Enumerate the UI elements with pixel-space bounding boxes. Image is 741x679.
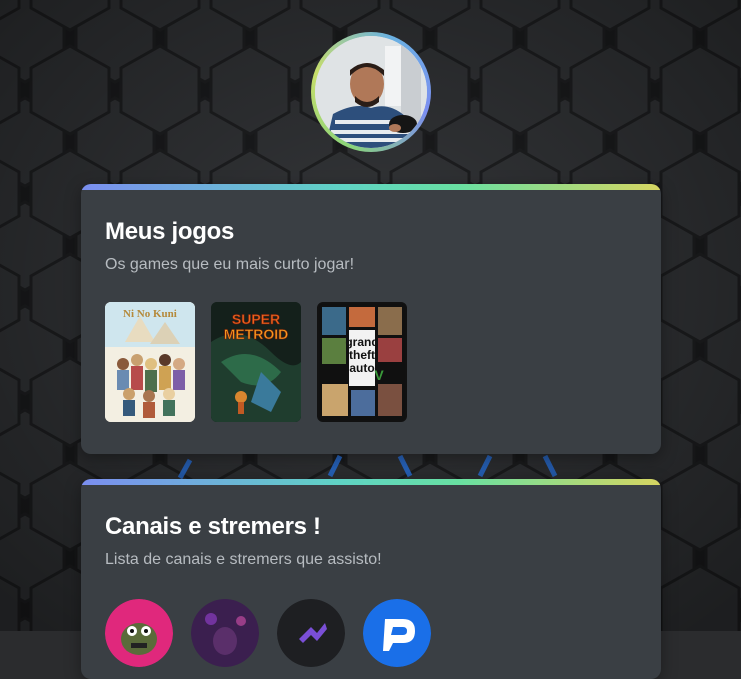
card-gradient-bar bbox=[81, 184, 661, 190]
games-title: Meus jogos bbox=[105, 218, 235, 245]
channel-avatar-3[interactable] bbox=[277, 599, 345, 667]
game-cover-gta-v[interactable]: grand theft auto V bbox=[317, 302, 407, 422]
channel-avatar-4[interactable] bbox=[363, 599, 431, 667]
profile-avatar bbox=[311, 32, 431, 152]
games-card: Meus jogos Os games que eu mais curto jo… bbox=[81, 184, 661, 454]
games-list: Ni No Kuni SUPER METROID grand theft aut… bbox=[105, 302, 407, 422]
gta-logo-v: V bbox=[374, 367, 384, 383]
channel-avatar-2[interactable] bbox=[191, 599, 259, 667]
gta-logo-line2: theft bbox=[349, 348, 375, 362]
channel-avatar-1[interactable] bbox=[105, 599, 173, 667]
game-cover-super-metroid[interactable]: SUPER METROID bbox=[211, 302, 301, 422]
channels-card: Canais e stremers ! Lista de canais e st… bbox=[81, 479, 661, 679]
svg-text:Ni No Kuni: Ni No Kuni bbox=[123, 308, 177, 320]
channels-subtitle: Lista de canais e stremers que assisto! bbox=[105, 551, 382, 568]
gta-logo-line1: grand bbox=[345, 335, 378, 349]
channels-title: Canais e stremers ! bbox=[105, 513, 321, 540]
games-subtitle: Os games que eu mais curto jogar! bbox=[105, 256, 355, 273]
super-metroid-logo-line2: METROID bbox=[224, 326, 289, 342]
profile-photo bbox=[315, 36, 427, 148]
game-cover-ni-no-kuni[interactable]: Ni No Kuni bbox=[105, 302, 195, 422]
super-metroid-logo-line1: SUPER bbox=[232, 311, 280, 327]
card-gradient-bar bbox=[81, 479, 661, 485]
gta-logo-line3: auto bbox=[349, 361, 374, 375]
channels-list bbox=[105, 599, 431, 667]
